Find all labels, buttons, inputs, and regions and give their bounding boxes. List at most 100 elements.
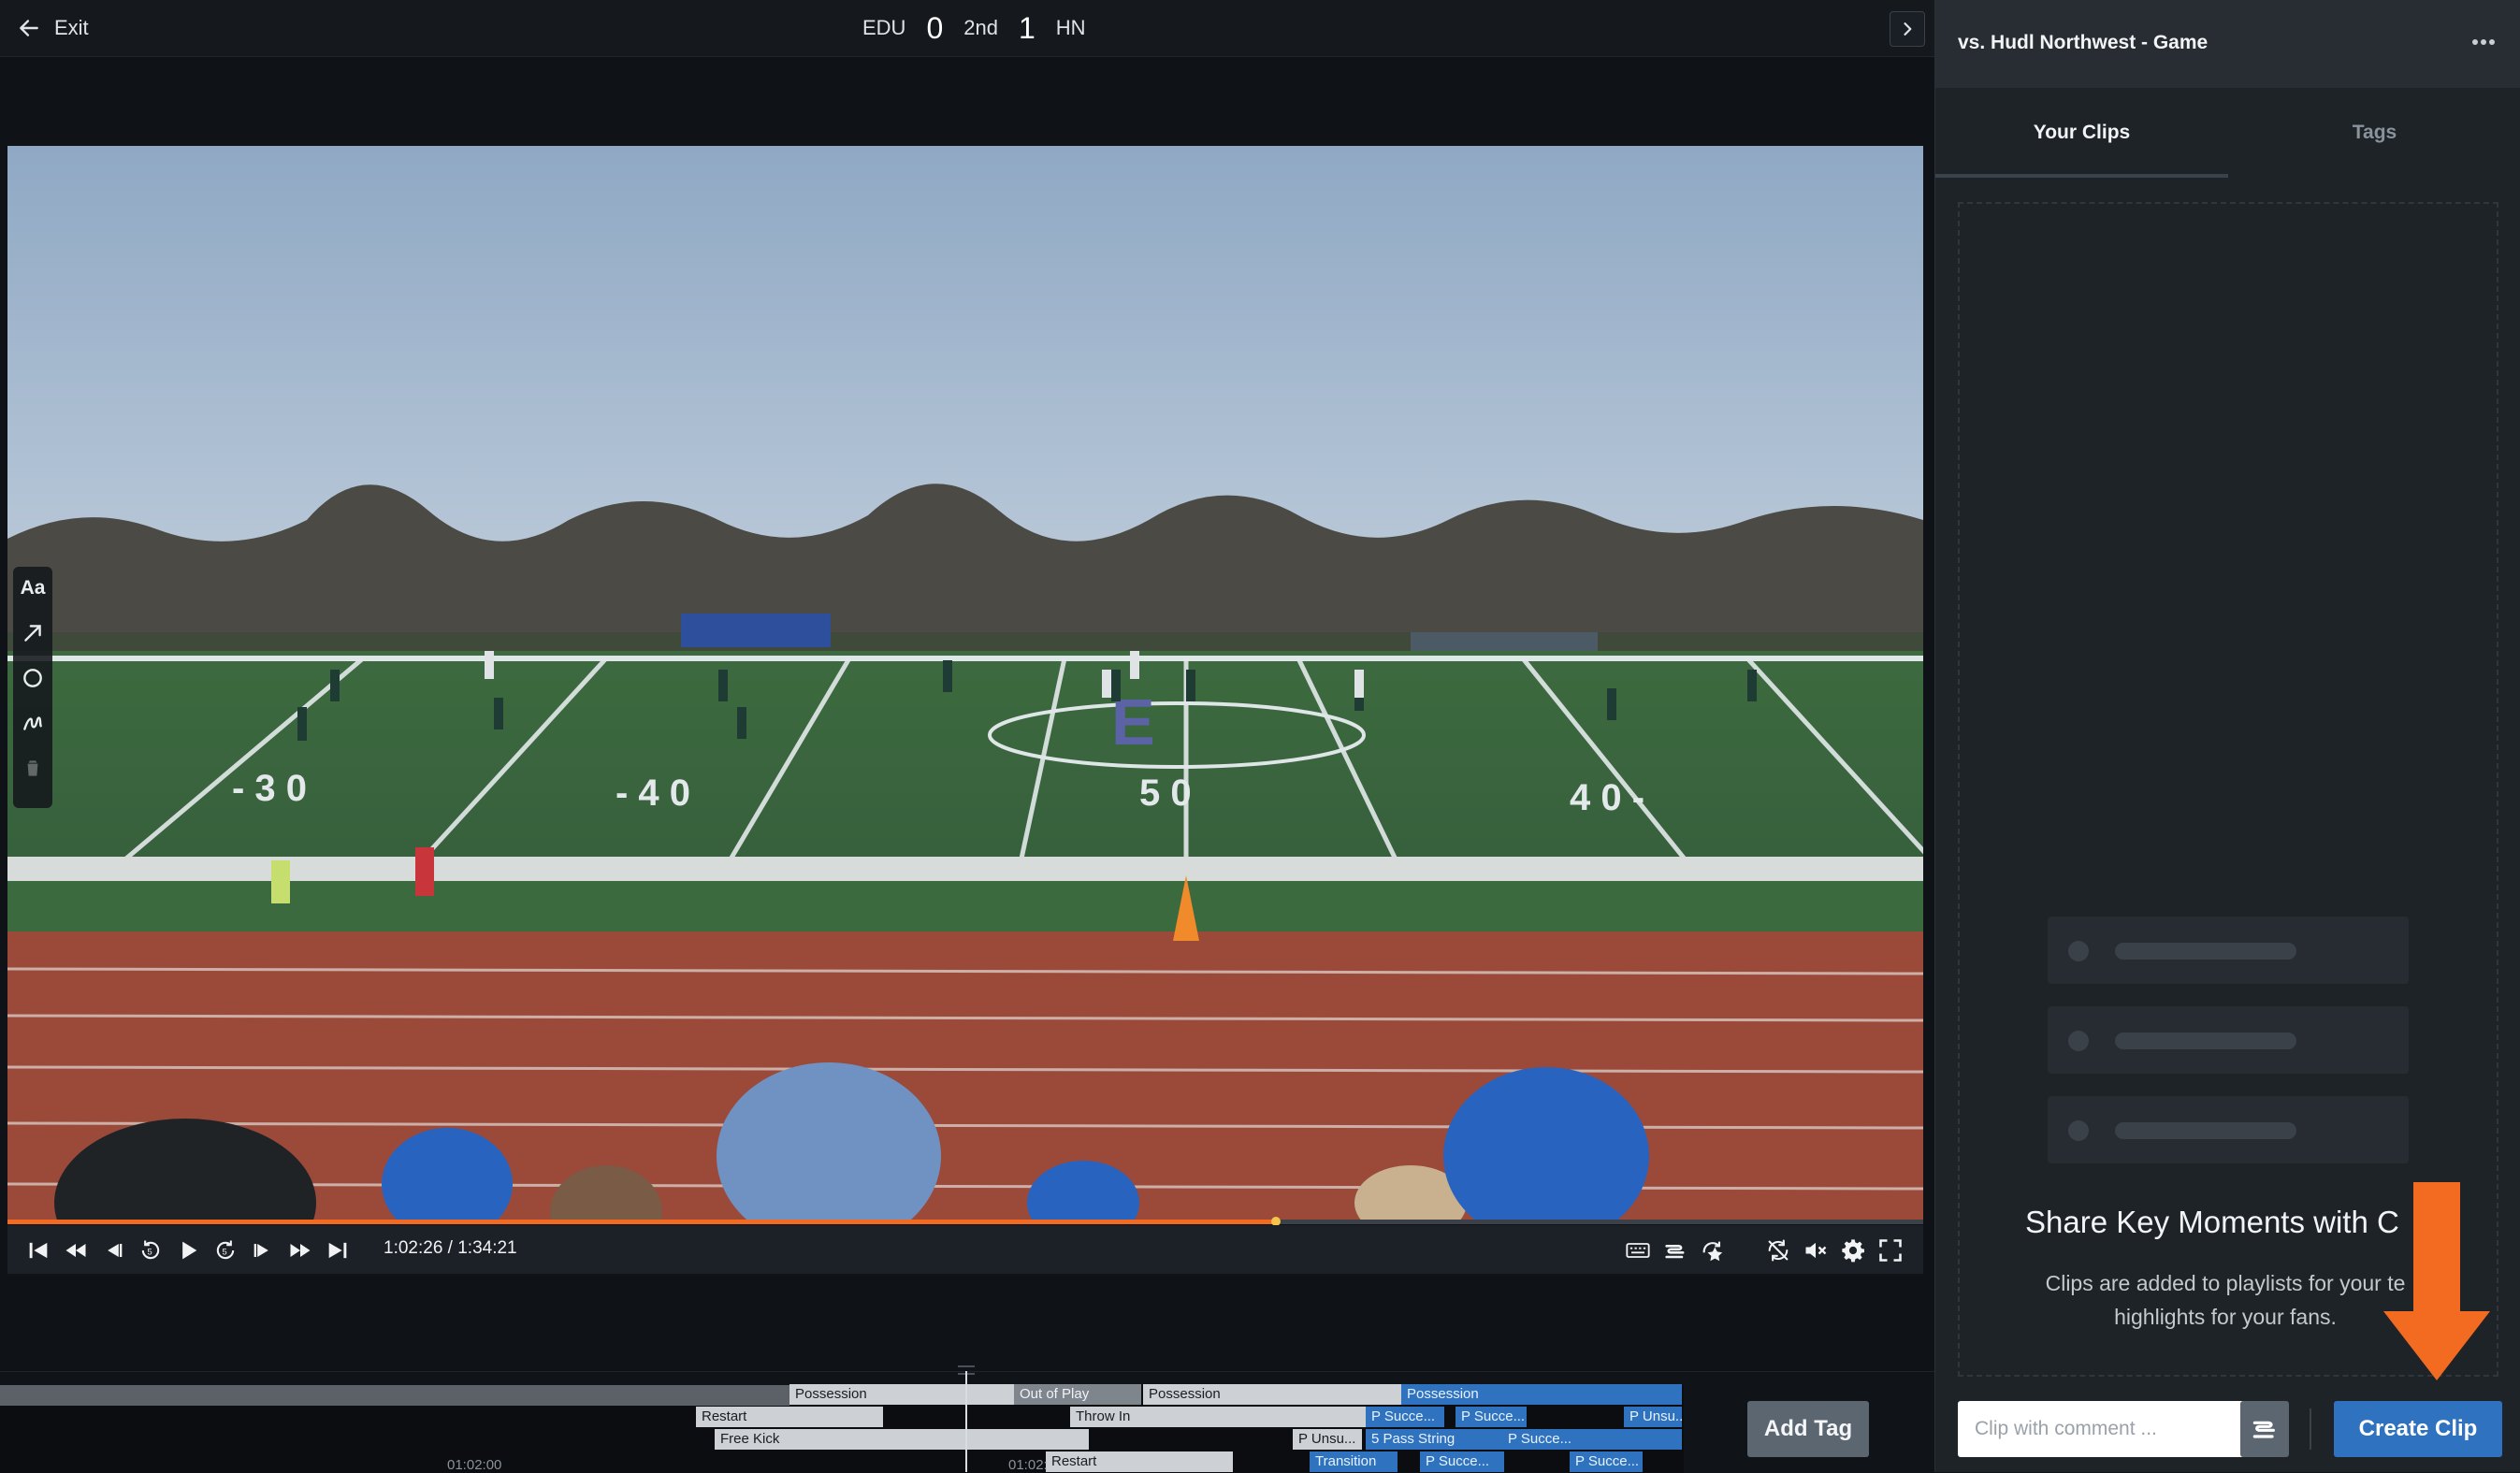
rewind-icon bbox=[65, 1244, 86, 1257]
svg-text:5 0: 5 0 bbox=[1139, 773, 1192, 814]
tab-tags[interactable]: Tags bbox=[2228, 88, 2520, 178]
replay-5-icon: 5 bbox=[141, 1240, 160, 1260]
freehand-tool-button[interactable] bbox=[17, 707, 49, 739]
timeline-tag-segment[interactable]: Restart bbox=[1046, 1451, 1233, 1472]
more-options-button[interactable] bbox=[2467, 28, 2500, 56]
circle-tool-button[interactable] bbox=[17, 662, 49, 694]
timeline-tag-segment[interactable]: P Succe... bbox=[1502, 1429, 1682, 1450]
hudl-logo-icon bbox=[2252, 1421, 2275, 1438]
timeline-tag-segment[interactable]: P Succe... bbox=[1366, 1407, 1444, 1427]
loop-toggle-button[interactable] bbox=[1762, 1235, 1794, 1266]
timecode: 1:02:26 / 1:34:21 bbox=[384, 1238, 517, 1258]
fast-forward-icon bbox=[290, 1244, 311, 1257]
game-title: vs. Hudl Northwest - Game bbox=[1958, 32, 2209, 53]
svg-text:5: 5 bbox=[223, 1248, 227, 1257]
next-frame-button[interactable] bbox=[247, 1235, 279, 1266]
arrow-tool-button[interactable] bbox=[17, 617, 49, 649]
hudl-tools-button[interactable] bbox=[1659, 1235, 1691, 1266]
timeline-empty-row bbox=[0, 1385, 789, 1406]
back-5-seconds-button[interactable]: 5 bbox=[135, 1235, 167, 1266]
game-period: 2nd bbox=[963, 16, 998, 39]
mute-button[interactable] bbox=[1800, 1235, 1832, 1266]
timeline-tag-segment[interactable]: P Unsu... bbox=[1293, 1429, 1362, 1450]
timeline-tag-segment[interactable]: Possession bbox=[1143, 1384, 1401, 1405]
timeline-tick: 01:02: bbox=[1008, 1457, 1048, 1473]
star-refresh-icon bbox=[1702, 1241, 1723, 1262]
timeline-tag-segment[interactable]: Possession bbox=[789, 1384, 1014, 1405]
timeline-tick: 01:02:00 bbox=[447, 1457, 502, 1473]
empty-state-line: highlights for your fans. bbox=[2114, 1305, 2337, 1329]
fullscreen-button[interactable] bbox=[1875, 1235, 1906, 1266]
circle-icon bbox=[23, 669, 42, 687]
home-team: EDU bbox=[862, 16, 906, 39]
timeline-tag-segment[interactable]: P Succe... bbox=[1420, 1451, 1504, 1472]
clip-options-button[interactable] bbox=[2240, 1401, 2289, 1457]
delete-tool-button[interactable] bbox=[17, 752, 49, 784]
settings-button[interactable] bbox=[1837, 1235, 1869, 1266]
more-horizontal-icon bbox=[2472, 39, 2495, 45]
home-score: 0 bbox=[926, 10, 944, 45]
loop-off-icon bbox=[1768, 1239, 1789, 1262]
timeline-tag-segment[interactable]: Out of Play bbox=[1014, 1384, 1141, 1405]
timeline-tag-segment[interactable]: Free Kick bbox=[715, 1429, 1089, 1450]
step-back-icon bbox=[108, 1244, 123, 1257]
top-bar: Exit EDU 0 2nd 1 HN bbox=[0, 0, 1934, 57]
clip-comment-input[interactable] bbox=[1958, 1401, 2276, 1457]
volume-mute-icon bbox=[1805, 1242, 1827, 1259]
text-tool-button[interactable]: Aa bbox=[17, 572, 49, 604]
timeline-tag-segment[interactable]: 5 Pass String bbox=[1366, 1429, 1513, 1450]
toolbar-divider bbox=[2310, 1408, 2311, 1450]
play-button[interactable] bbox=[172, 1235, 204, 1266]
clip-placeholder bbox=[2048, 1006, 2409, 1074]
collapse-panel-button[interactable] bbox=[1890, 11, 1925, 47]
drawing-toolbar: Aa bbox=[13, 567, 52, 808]
step-forward-icon bbox=[253, 1244, 268, 1257]
forward-5-seconds-button[interactable]: 5 bbox=[210, 1235, 241, 1266]
create-clip-button[interactable]: Create Clip bbox=[2334, 1401, 2502, 1457]
svg-text:- 3 0: - 3 0 bbox=[232, 768, 307, 809]
svg-text:5: 5 bbox=[148, 1248, 152, 1257]
forward-5-icon: 5 bbox=[216, 1240, 235, 1260]
timeline-tag-segment[interactable]: P Succe... bbox=[1456, 1407, 1527, 1427]
playback-progress-bar[interactable] bbox=[7, 1217, 1923, 1226]
panel-tabs: Your Clips Tags bbox=[1935, 88, 2520, 178]
hudl-logo-icon bbox=[1665, 1245, 1685, 1259]
previous-frame-button[interactable] bbox=[97, 1235, 129, 1266]
timeline-tag-segment[interactable]: Restart bbox=[696, 1407, 883, 1427]
play-icon bbox=[182, 1241, 197, 1260]
fullscreen-icon bbox=[1879, 1239, 1902, 1262]
away-team: HN bbox=[1055, 16, 1086, 39]
clip-placeholder bbox=[2048, 1096, 2409, 1163]
timeline-playhead[interactable] bbox=[965, 1371, 967, 1472]
favorite-button[interactable] bbox=[1697, 1235, 1729, 1266]
away-score: 1 bbox=[1018, 10, 1036, 45]
panel-header: vs. Hudl Northwest - Game bbox=[1935, 0, 2520, 88]
freehand-icon bbox=[23, 716, 42, 730]
timeline-tag-segment[interactable]: P Succe... bbox=[1570, 1451, 1643, 1472]
svg-text:4 0 -: 4 0 - bbox=[1570, 777, 1644, 818]
timeline-tag-segment[interactable]: Throw In bbox=[1070, 1407, 1366, 1427]
timeline-tag-segment[interactable]: P Unsu... bbox=[1624, 1407, 1682, 1427]
exit-button[interactable]: Exit bbox=[17, 13, 89, 43]
timeline-tag-segment[interactable]: Possession bbox=[1401, 1384, 1682, 1405]
add-tag-button[interactable]: Add Tag bbox=[1747, 1401, 1869, 1457]
fast-forward-button[interactable] bbox=[284, 1235, 316, 1266]
timeline-tag-segment[interactable]: Transition bbox=[1310, 1451, 1398, 1472]
skip-to-end-button[interactable] bbox=[322, 1235, 354, 1266]
gear-icon bbox=[1842, 1239, 1865, 1263]
svg-text:- 4 0: - 4 0 bbox=[616, 773, 690, 814]
skip-start-icon bbox=[29, 1242, 48, 1259]
exit-label: Exit bbox=[54, 16, 89, 39]
keyboard-icon bbox=[1626, 1243, 1650, 1258]
trash-icon bbox=[27, 760, 38, 776]
video-frame: E - 3 0- 4 05 04 0 - bbox=[7, 146, 1923, 1223]
video-player[interactable]: E - 3 0- 4 05 04 0 - Aa bbox=[7, 146, 1923, 1223]
arrow-down-icon bbox=[2383, 1182, 2490, 1380]
rewind-button[interactable] bbox=[60, 1235, 92, 1266]
skip-end-icon bbox=[328, 1242, 347, 1259]
keyboard-shortcuts-button[interactable] bbox=[1622, 1235, 1654, 1266]
scoreboard: EDU 0 2nd 1 HN bbox=[862, 7, 1086, 49]
skip-to-start-button[interactable] bbox=[22, 1235, 54, 1266]
tab-your-clips[interactable]: Your Clips bbox=[1935, 88, 2228, 178]
clip-placeholder bbox=[2048, 917, 2409, 984]
